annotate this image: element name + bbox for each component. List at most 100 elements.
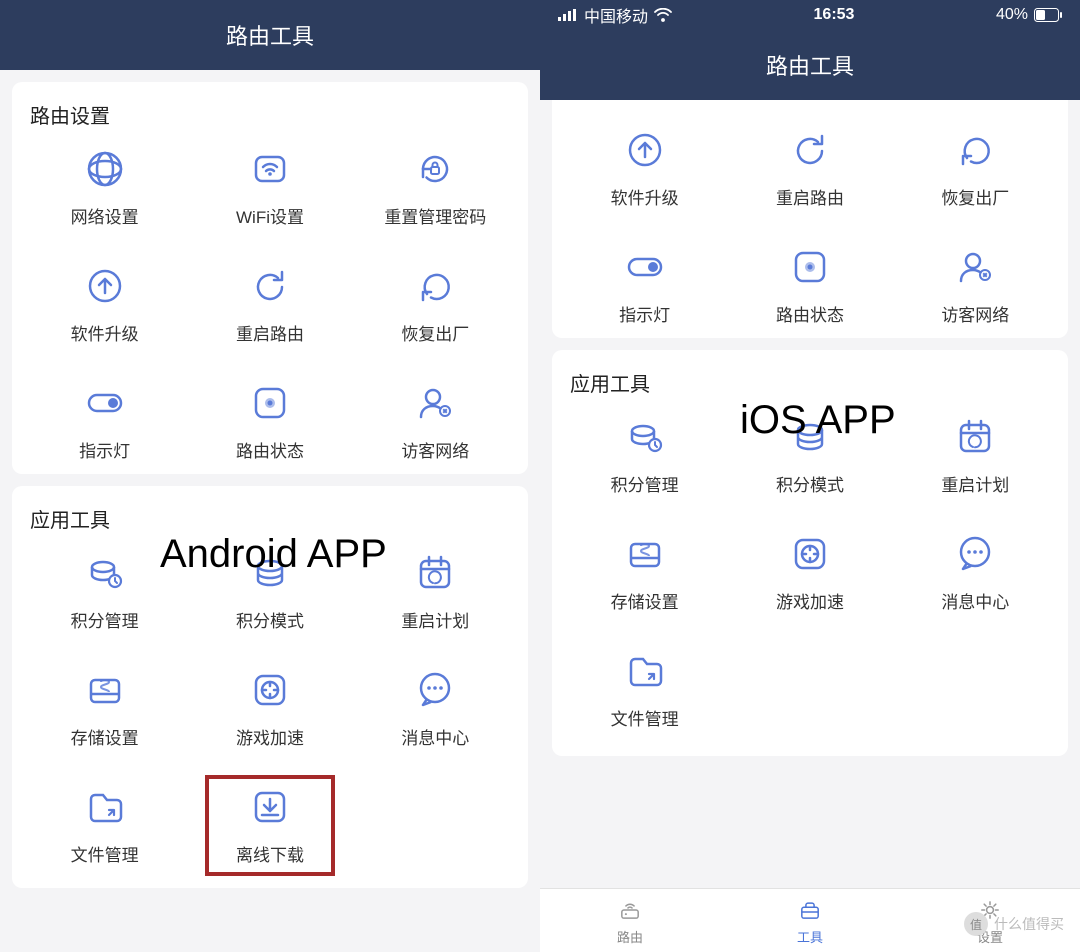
guest-icon	[953, 245, 997, 289]
lock-reset-icon	[413, 147, 457, 191]
points-mode-icon	[248, 551, 292, 595]
restart-icon	[788, 128, 832, 172]
tab-toolbox[interactable]: 工具	[720, 889, 900, 952]
tab-label: 工具	[797, 927, 823, 946]
message-icon	[413, 668, 457, 712]
android-apps-item-download[interactable]: 离线下载	[187, 785, 352, 866]
carrier-label: 中国移动	[584, 3, 648, 27]
android-apps-item-points-mgmt[interactable]: 积分管理	[22, 551, 187, 632]
ios-apps-item-points-mode[interactable]: 积分模式	[727, 415, 892, 496]
android-settings-item-restart[interactable]: 重启路由	[187, 264, 352, 345]
schedule-icon	[953, 415, 997, 459]
guest-icon	[413, 381, 457, 425]
points-mgmt-icon	[83, 551, 127, 595]
ios-apps-item-points-mgmt[interactable]: 积分管理	[562, 415, 727, 496]
item-label: 积分管理	[611, 471, 679, 496]
item-label: 路由状态	[236, 437, 304, 462]
item-label: 重启路由	[236, 320, 304, 345]
item-label: 软件升级	[611, 184, 679, 209]
section-title-settings: 路由设置	[30, 100, 518, 129]
item-label: 恢复出厂	[941, 184, 1009, 209]
ios-settings-item-guest[interactable]: 访客网络	[893, 245, 1058, 326]
item-label: 重启计划	[941, 471, 1009, 496]
ios-screen: 中国移动 16:53 40% 路由工具 软件升级 重启路由 恢复出厂 指示灯	[540, 0, 1080, 952]
android-apps-item-storage[interactable]: 存储设置	[22, 668, 187, 749]
message-icon	[953, 532, 997, 576]
ios-settings-item-upgrade[interactable]: 软件升级	[562, 128, 727, 209]
restart-icon	[248, 264, 292, 308]
ios-apps-item-message[interactable]: 消息中心	[893, 532, 1058, 613]
ios-settings-item-toggle[interactable]: 指示灯	[562, 245, 727, 326]
router-icon	[615, 895, 645, 925]
item-label: 文件管理	[71, 841, 139, 866]
item-label: 离线下载	[236, 841, 304, 866]
item-label: 重启路由	[776, 184, 844, 209]
ios-apps-item-schedule[interactable]: 重启计划	[893, 415, 1058, 496]
header: 路由工具	[540, 30, 1080, 100]
android-settings-item-toggle[interactable]: 指示灯	[22, 381, 187, 462]
item-label: 软件升级	[71, 320, 139, 345]
android-settings-item-lock-reset[interactable]: 重置管理密码	[353, 147, 518, 228]
wifi-icon	[654, 8, 672, 22]
item-label: 网络设置	[71, 203, 139, 228]
ios-settings-item-status[interactable]: 路由状态	[727, 245, 892, 326]
watermark-badge-icon: 值	[964, 912, 988, 936]
wifi-box-icon	[248, 147, 292, 191]
item-label: 消息中心	[401, 724, 469, 749]
watermark-text: 什么值得买	[994, 914, 1064, 934]
item-label: 游戏加速	[236, 724, 304, 749]
router-settings-section-partial: 软件升级 重启路由 恢复出厂 指示灯 路由状态 访客网络	[552, 100, 1068, 338]
item-label: 访客网络	[941, 301, 1009, 326]
toggle-icon	[623, 245, 667, 289]
android-settings-item-globe[interactable]: 网络设置	[22, 147, 187, 228]
item-label: 路由状态	[776, 301, 844, 326]
file-icon	[623, 649, 667, 693]
status-icon	[788, 245, 832, 289]
time-label: 16:53	[814, 6, 855, 24]
android-apps-item-points-mode[interactable]: 积分模式	[187, 551, 352, 632]
ios-apps-item-game-boost[interactable]: 游戏加速	[727, 532, 892, 613]
section-title-apps: 应用工具	[570, 368, 1058, 397]
android-settings-item-factory[interactable]: 恢复出厂	[353, 264, 518, 345]
item-label: 消息中心	[941, 588, 1009, 613]
item-label: 恢复出厂	[401, 320, 469, 345]
item-label: 存储设置	[611, 588, 679, 613]
toolbox-icon	[795, 895, 825, 925]
item-label: 积分模式	[776, 471, 844, 496]
android-apps-item-game-boost[interactable]: 游戏加速	[187, 668, 352, 749]
item-label: 存储设置	[71, 724, 139, 749]
item-label: 重启计划	[401, 607, 469, 632]
android-settings-item-status[interactable]: 路由状态	[187, 381, 352, 462]
globe-icon	[83, 147, 127, 191]
android-settings-item-upgrade[interactable]: 软件升级	[22, 264, 187, 345]
ios-settings-item-factory[interactable]: 恢复出厂	[893, 128, 1058, 209]
schedule-icon	[413, 551, 457, 595]
tab-label: 路由	[617, 927, 643, 946]
item-label: 重置管理密码	[384, 203, 486, 228]
android-apps-item-schedule[interactable]: 重启计划	[353, 551, 518, 632]
app-tools-section: 应用工具 积分管理 积分模式 重启计划 存储设置 游戏加速 消息中心 文件管理	[552, 350, 1068, 756]
game-boost-icon	[248, 668, 292, 712]
item-label: 积分管理	[71, 607, 139, 632]
ios-settings-item-restart[interactable]: 重启路由	[727, 128, 892, 209]
game-boost-icon	[788, 532, 832, 576]
android-settings-item-guest[interactable]: 访客网络	[353, 381, 518, 462]
signal-icon	[558, 9, 578, 21]
factory-icon	[413, 264, 457, 308]
toggle-icon	[83, 381, 127, 425]
tab-router[interactable]: 路由	[540, 889, 720, 952]
android-settings-item-wifi-box[interactable]: WiFi设置	[187, 147, 352, 228]
ios-apps-item-storage[interactable]: 存储设置	[562, 532, 727, 613]
storage-icon	[623, 532, 667, 576]
file-icon	[83, 785, 127, 829]
status-icon	[248, 381, 292, 425]
android-apps-item-message[interactable]: 消息中心	[353, 668, 518, 749]
item-label: WiFi设置	[236, 203, 304, 228]
ios-apps-item-file[interactable]: 文件管理	[562, 649, 727, 730]
android-apps-item-file[interactable]: 文件管理	[22, 785, 187, 866]
upgrade-icon	[623, 128, 667, 172]
item-label: 游戏加速	[776, 588, 844, 613]
download-icon	[248, 785, 292, 829]
battery-label: 40%	[996, 6, 1028, 24]
storage-icon	[83, 668, 127, 712]
